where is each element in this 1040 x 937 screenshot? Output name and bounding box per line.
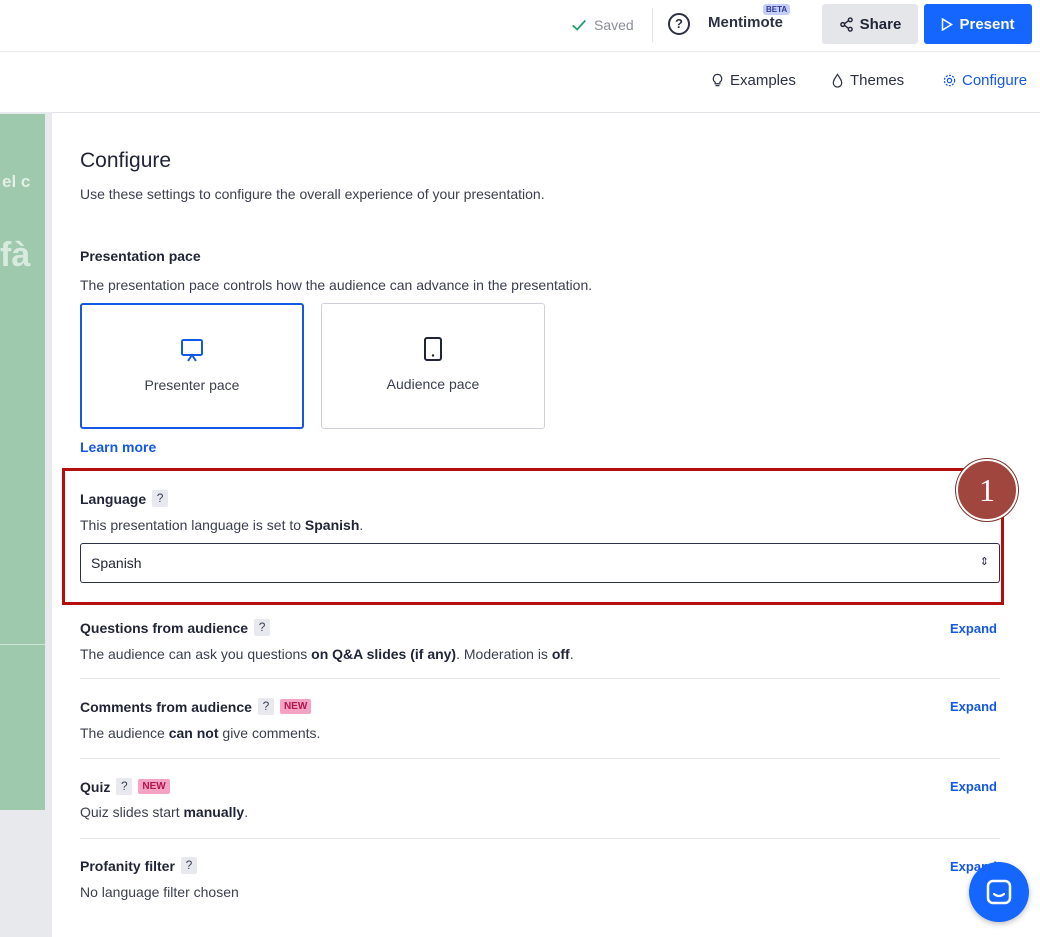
profanity-title-row: Profanity filter ? (80, 857, 197, 874)
quiz-title: Quiz (80, 778, 111, 795)
comments-desc-b: can not (168, 725, 219, 741)
questions-desc-b: on Q&A slides (if any) (311, 646, 457, 662)
presentation-screen-icon (181, 339, 203, 362)
chat-support-button[interactable] (969, 862, 1029, 922)
present-label: Present (959, 15, 1015, 33)
questions-desc-c: . Moderation is (456, 646, 552, 662)
quiz-description: Quiz slides start manually. (80, 804, 248, 820)
tab-configure-label: Configure (962, 72, 1028, 89)
quiz-desc-a: Quiz slides start (80, 804, 184, 820)
saved-label: Saved (594, 17, 634, 33)
step-number-badge: 1 (956, 459, 1018, 521)
lightbulb-icon (712, 73, 723, 87)
questions-expand-button[interactable]: Expand (950, 621, 997, 636)
tab-themes-label: Themes (850, 72, 905, 89)
questions-desc-a: The audience can ask you questions (80, 646, 312, 662)
profanity-title: Profanity filter (80, 857, 175, 874)
top-bar: Saved ? Mentimote BETA Share Present (0, 0, 1040, 52)
divider (80, 678, 1000, 679)
page-title: Configure (80, 149, 172, 172)
quiz-desc-c: . (244, 804, 249, 820)
pace-title: Presentation pace (80, 248, 201, 264)
divider (80, 758, 1000, 759)
learn-more-link[interactable]: Learn more (80, 439, 156, 455)
pace-description: The presentation pace controls how the a… (80, 277, 593, 293)
audience-pace-option[interactable]: Audience pace (321, 303, 545, 429)
help-icon[interactable]: ? (116, 778, 133, 795)
share-label: Share (859, 15, 902, 33)
slide-divider (0, 644, 45, 645)
play-icon (942, 17, 954, 31)
help-icon[interactable]: ? (180, 857, 197, 874)
new-badge: NEW (279, 699, 312, 714)
quiz-title-row: Quiz ? NEW (80, 778, 170, 795)
mentimote-button[interactable]: Mentimote (708, 14, 783, 31)
questions-description: The audience can ask you questions on Q&… (80, 646, 574, 662)
presenter-pace-option[interactable]: Presenter pace (80, 303, 304, 429)
editor-tabs: Examples Themes Configure (0, 72, 1040, 96)
questions-desc-d: off (551, 646, 570, 662)
comments-desc-c: give comments. (218, 725, 321, 741)
profanity-description: No language filter chosen (80, 884, 239, 900)
highlight-box (62, 468, 1004, 605)
beta-badge: BETA (763, 4, 791, 15)
mobile-phone-icon (424, 337, 442, 361)
comments-title-row: Comments from audience ? NEW (80, 698, 312, 715)
share-button[interactable]: Share (822, 4, 918, 44)
slide-preview[interactable]: el c fà (0, 114, 45, 810)
droplet-icon (832, 73, 843, 88)
help-icon[interactable]: ? (257, 698, 274, 715)
new-badge: NEW (138, 779, 170, 794)
help-icon[interactable]: ? (668, 13, 690, 35)
tab-examples-label: Examples (730, 72, 796, 89)
gear-icon (943, 74, 956, 87)
present-button[interactable]: Present (924, 4, 1032, 44)
checkmark-icon (572, 19, 586, 31)
questions-title: Questions from audience (80, 619, 249, 636)
slide-text: el c (2, 172, 31, 191)
chat-icon (986, 879, 1012, 905)
help-icon[interactable]: ? (254, 619, 271, 636)
quiz-desc-b: manually (183, 804, 245, 820)
divider (652, 8, 653, 42)
tab-configure[interactable]: Configure (942, 72, 1027, 89)
tab-themes[interactable]: Themes (830, 72, 904, 89)
divider (80, 838, 1000, 839)
tab-examples[interactable]: Examples (710, 72, 796, 89)
audience-pace-label: Audience pace (386, 376, 480, 392)
comments-description: The audience can not give comments. (80, 725, 320, 741)
presenter-pace-label: Presenter pace (144, 377, 240, 393)
saved-status: Saved (570, 16, 634, 34)
questions-desc-e: . (569, 646, 574, 662)
page-description: Use these settings to configure the over… (80, 186, 545, 202)
quiz-expand-button[interactable]: Expand (950, 779, 997, 794)
slide-heading: fà (0, 236, 31, 274)
comments-title: Comments from audience (80, 698, 252, 715)
comments-expand-button[interactable]: Expand (950, 699, 997, 714)
comments-desc-a: The audience (80, 725, 169, 741)
questions-title-row: Questions from audience ? (80, 619, 271, 636)
share-icon (839, 16, 853, 32)
